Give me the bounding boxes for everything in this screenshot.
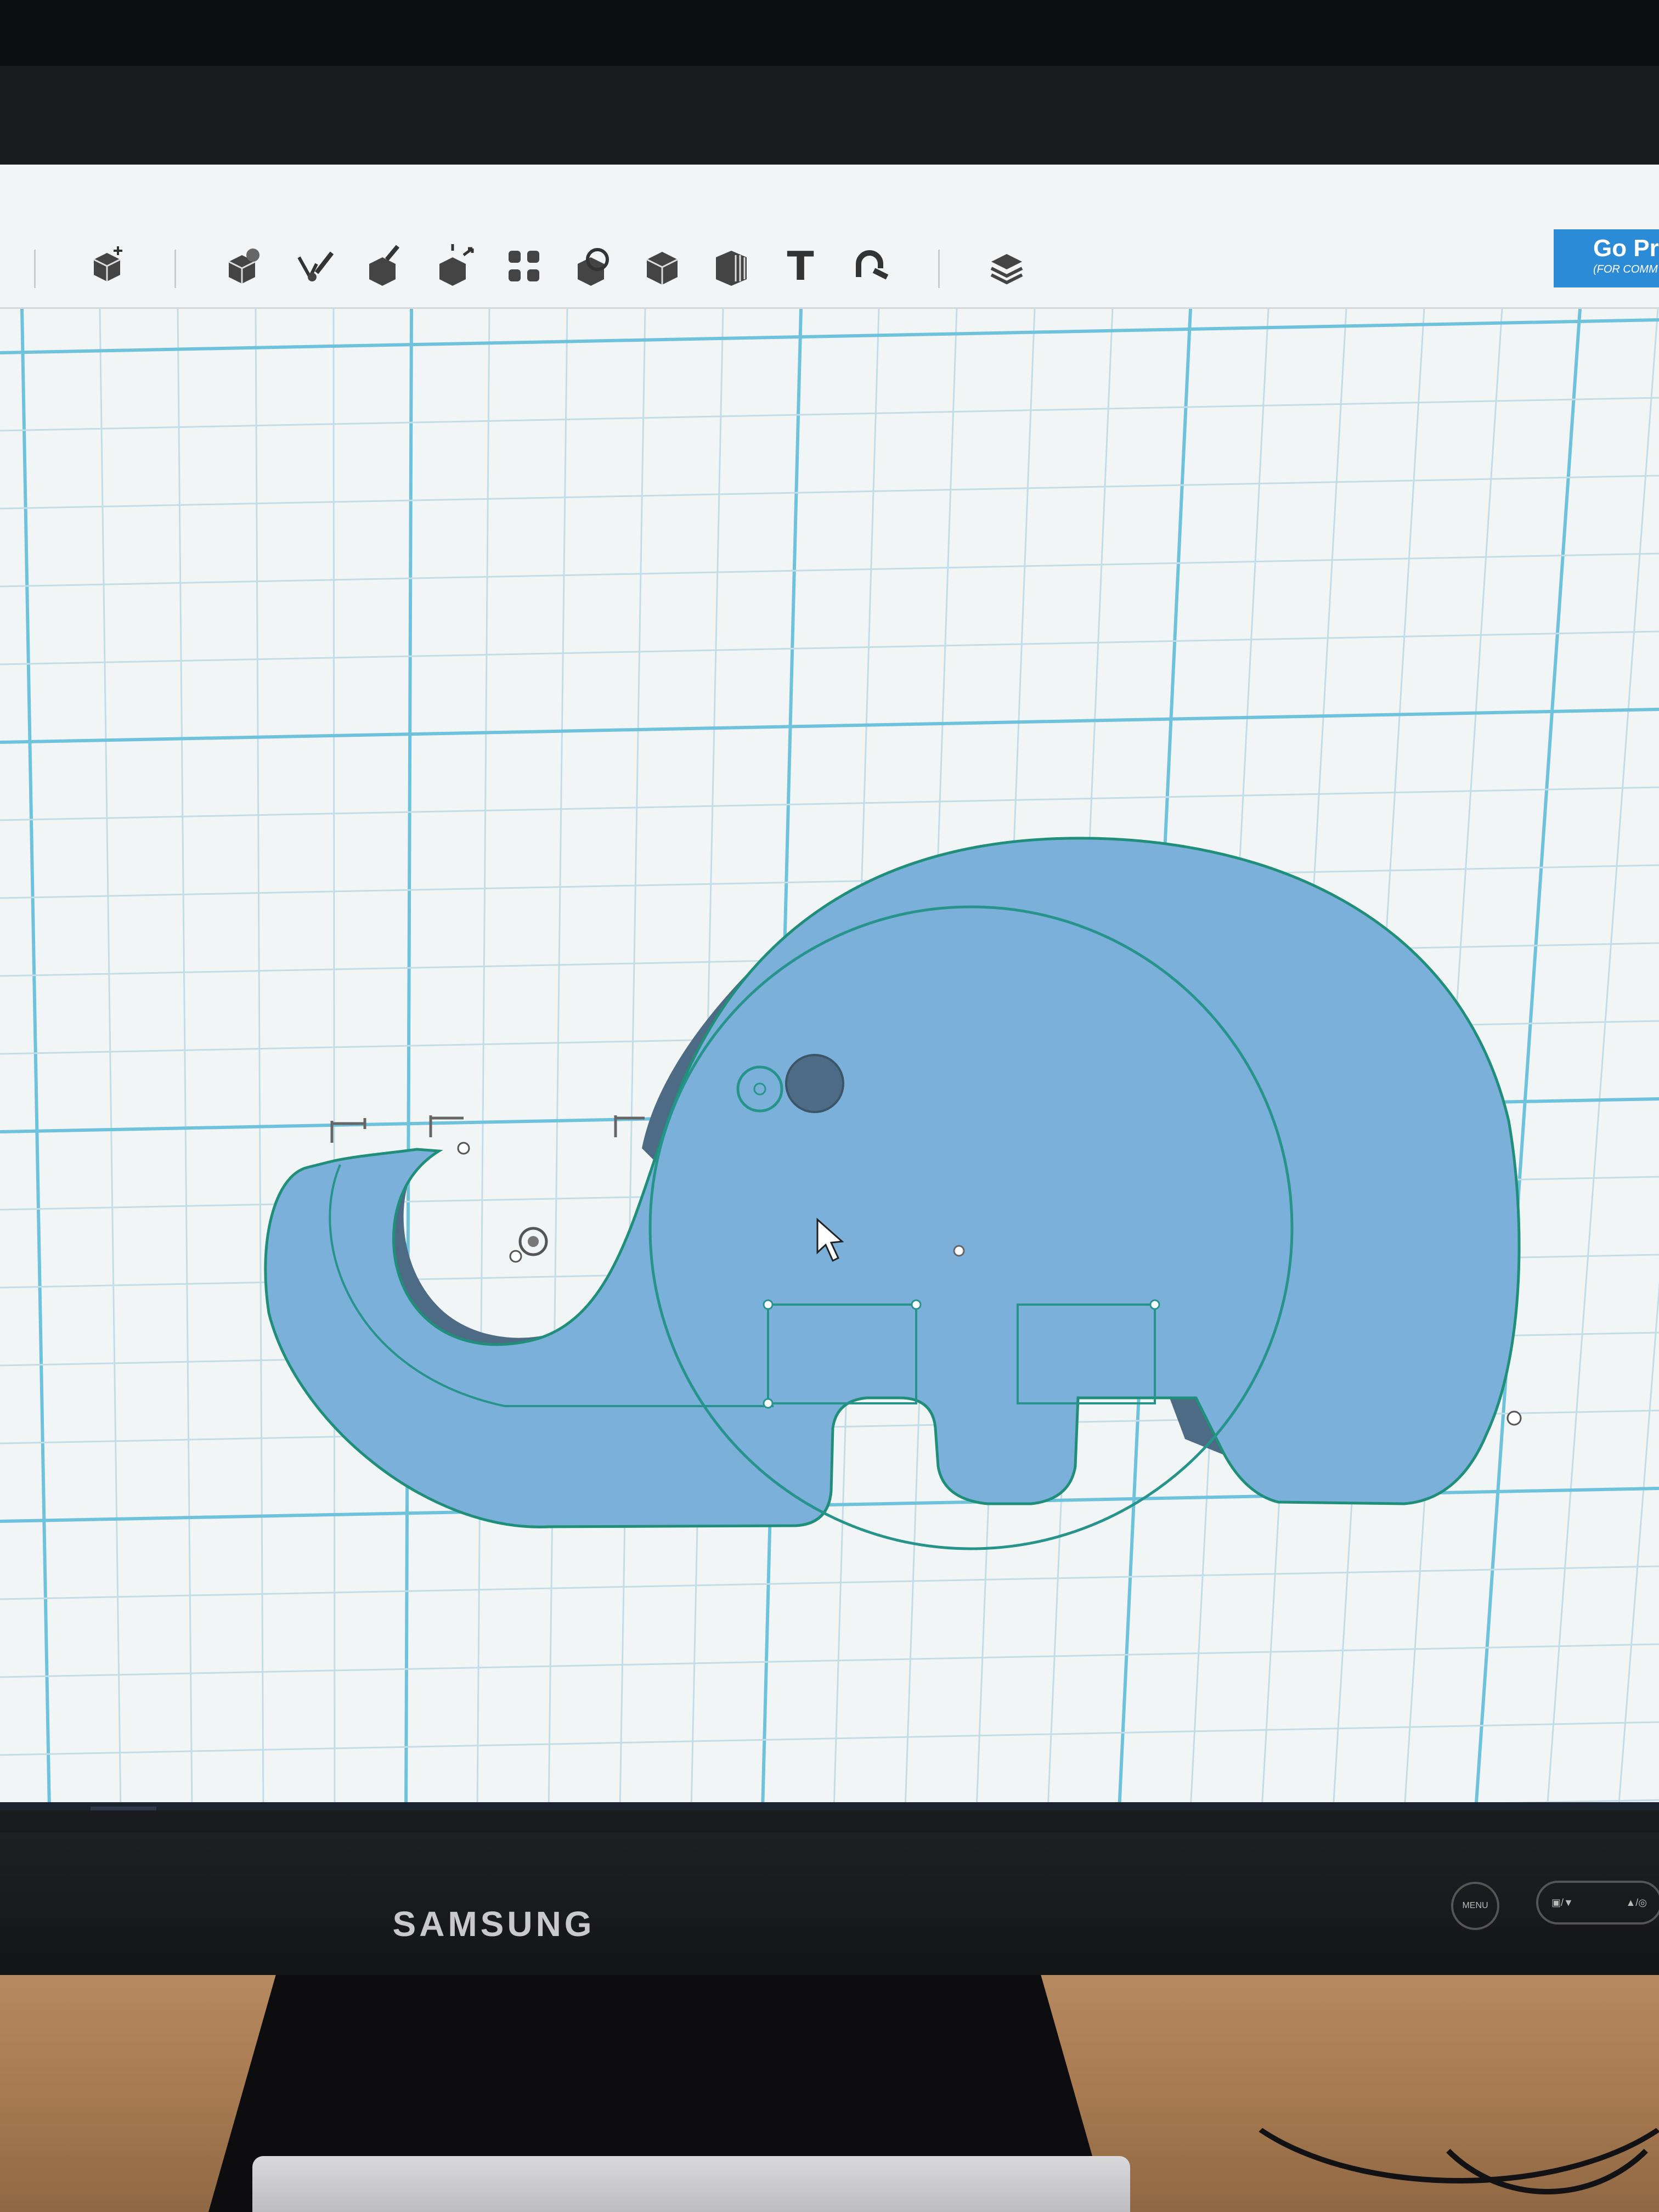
layers-button[interactable] <box>982 241 1031 291</box>
grid-pattern-icon <box>509 251 539 281</box>
paint-button[interactable] <box>290 241 339 291</box>
grid-minor-line <box>0 864 1659 899</box>
workplane-canvas[interactable] <box>0 309 1659 1810</box>
power-button-label: ▲/◎ <box>1626 1897 1647 1908</box>
eye <box>785 1054 844 1113</box>
pen-cube-icon <box>369 245 400 286</box>
grid-minor-line <box>0 397 1659 432</box>
taskbar-app-active[interactable] <box>91 1807 156 1810</box>
elephant-body <box>264 837 1521 1528</box>
grid-minor-line <box>0 1565 1659 1600</box>
hole-button[interactable] <box>568 241 618 291</box>
toolbar-separator <box>34 250 36 288</box>
resize-handle[interactable] <box>1506 1410 1522 1426</box>
grid-minor-line <box>1617 1280 1659 1810</box>
solid-cube-icon <box>646 252 678 285</box>
grid-minor-line <box>0 786 1659 821</box>
source-button-label: ▣/▼ <box>1551 1897 1573 1908</box>
monitor-menu-button[interactable]: MENU <box>1451 1882 1499 1930</box>
grid-minor-line <box>619 309 646 1810</box>
elephant-shape[interactable] <box>264 837 1522 1550</box>
resize-handle[interactable] <box>911 1299 922 1310</box>
pattern-button[interactable] <box>499 241 549 291</box>
magnet-icon <box>856 250 889 280</box>
rotate-handle-center <box>528 1236 539 1247</box>
resize-handle[interactable] <box>953 1245 965 1257</box>
taskbar: ︿ ◔ 🔈 A <box>0 1802 1659 1810</box>
taskbar-app-mail[interactable] <box>16 1807 82 1810</box>
grid-major-line <box>0 708 1659 744</box>
toolbar-separator <box>174 250 176 288</box>
grid-minor-line <box>0 1721 1659 1756</box>
monitor-top-bezel <box>0 0 1659 66</box>
brand-logo: SAMSUNG <box>392 1904 595 1944</box>
grid-minor-line <box>255 309 264 1810</box>
brush-icon <box>297 251 334 281</box>
group-button[interactable] <box>219 241 269 291</box>
grid-minor-line <box>332 309 336 1810</box>
grid-minor-line <box>99 309 122 1810</box>
resize-handle[interactable] <box>763 1299 774 1310</box>
workplane-svg <box>0 309 1659 1810</box>
monitor-bottom-bezel <box>0 1832 1659 1975</box>
grid-minor-line <box>0 552 1659 588</box>
go-pro-sublabel: (FOR COMM <box>1593 263 1658 275</box>
resize-handle[interactable] <box>457 1142 470 1155</box>
text-icon: T <box>787 243 814 289</box>
hole-cube-icon <box>578 248 609 286</box>
text-button[interactable]: T <box>776 241 825 291</box>
solid-button[interactable] <box>637 241 687 291</box>
go-pro-button[interactable]: Go Pr (FOR COMM <box>1554 229 1659 287</box>
magnet-button[interactable] <box>845 241 894 291</box>
grid-major-line <box>0 318 1659 354</box>
grid-minor-line <box>177 309 193 1810</box>
layers-icon <box>990 254 1023 285</box>
arrows-cube-icon <box>439 244 474 286</box>
monitor-stand-base <box>252 2156 1130 2212</box>
grid-major-line <box>20 309 51 1810</box>
monitor-source-button[interactable]: ▣/▼ ▲/◎ <box>1536 1881 1659 1925</box>
grid-minor-line <box>0 1643 1659 1678</box>
cube-group-icon <box>228 249 259 284</box>
toolbar: T Go Pr (FOR COMM <box>0 165 1659 309</box>
grid-minor-line <box>548 309 568 1810</box>
extrude-icon <box>716 251 747 286</box>
screen: T Go Pr (FOR COMM <box>0 165 1659 1810</box>
grid-minor-line <box>0 475 1659 510</box>
resize-handle[interactable] <box>509 1250 522 1263</box>
pen-button[interactable] <box>360 241 409 291</box>
move-button[interactable] <box>430 241 479 291</box>
grid-minor-line <box>476 309 490 1810</box>
extrude-button[interactable] <box>707 241 756 291</box>
toolbar-separator <box>938 250 940 288</box>
grid-minor-line <box>0 630 1659 665</box>
go-pro-label: Go Pr <box>1593 235 1659 262</box>
grid-major-line <box>404 309 413 1810</box>
cube-plus-icon <box>93 246 122 281</box>
resize-handle[interactable] <box>763 1398 774 1409</box>
import-shape-button[interactable] <box>82 241 132 291</box>
resize-handle[interactable] <box>1149 1299 1160 1310</box>
